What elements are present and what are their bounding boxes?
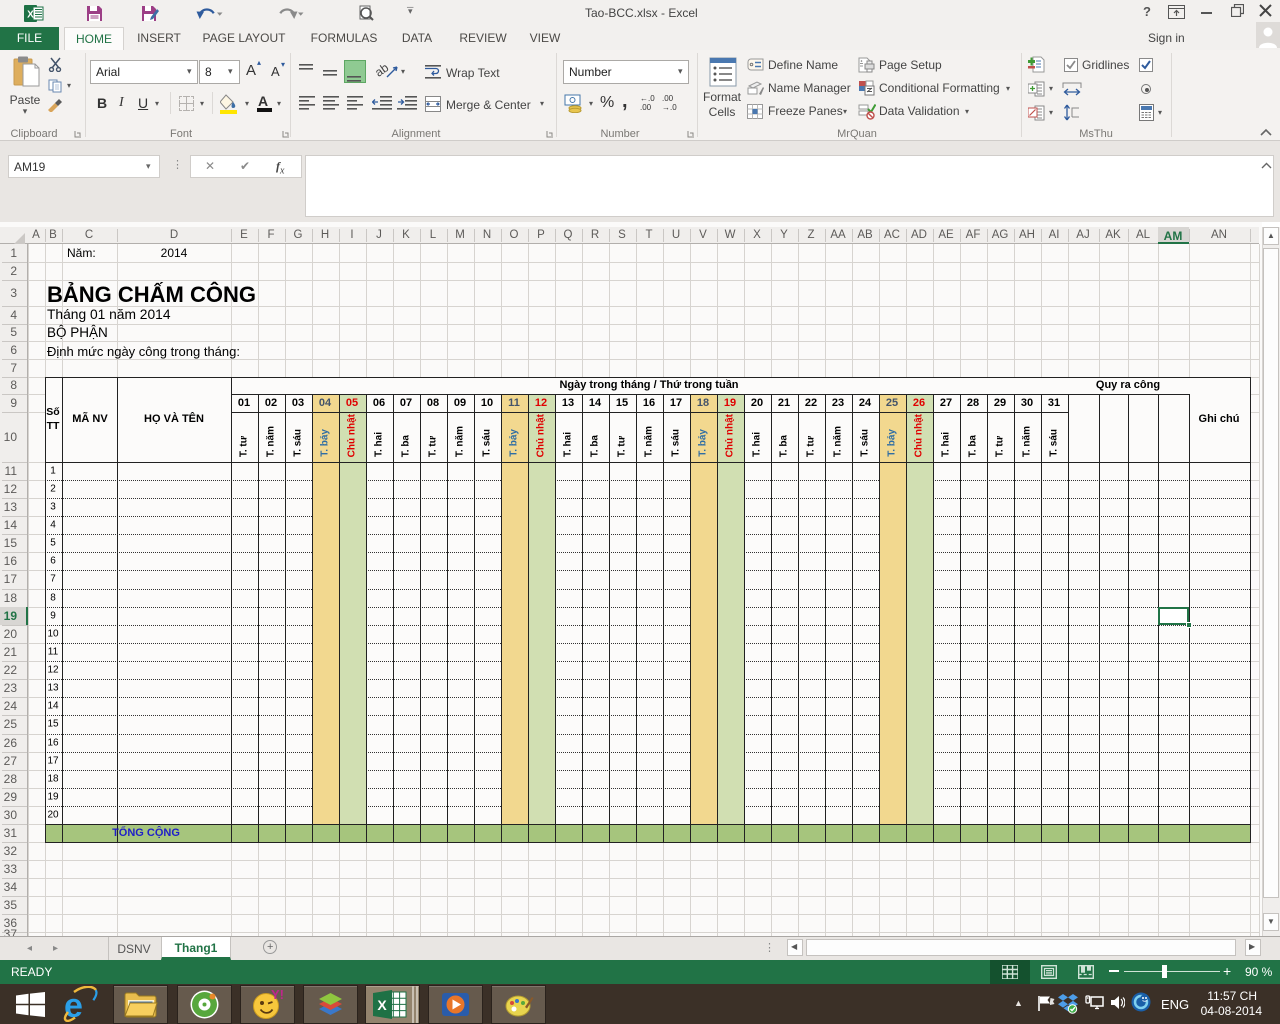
svg-text:X: X	[27, 10, 34, 21]
svg-text:Y!: Y!	[271, 988, 284, 1002]
svg-text:X: X	[377, 997, 387, 1013]
svg-text:e: e	[64, 987, 83, 1022]
